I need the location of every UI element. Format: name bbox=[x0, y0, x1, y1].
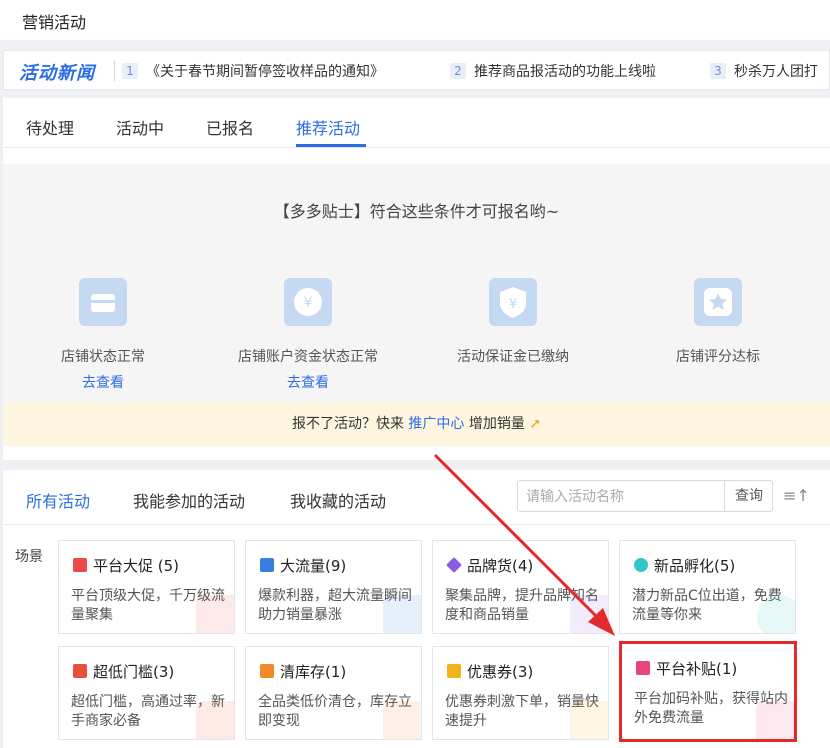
tab-active[interactable]: 活动中 bbox=[116, 115, 164, 139]
condition-view-link[interactable]: 去查看 bbox=[218, 372, 398, 392]
filter-divider bbox=[3, 524, 830, 525]
activity-card-title: 超低门槛(3) bbox=[93, 663, 175, 681]
promotion-center-link[interactable]: 推广中心 bbox=[408, 416, 464, 432]
store-icon bbox=[79, 278, 127, 326]
rocket-icon: ➚ bbox=[529, 416, 542, 432]
filter-tab-eligible[interactable]: 我能参加的活动 bbox=[133, 488, 245, 512]
coupon-watermark-icon bbox=[570, 701, 608, 739]
box-icon bbox=[260, 664, 274, 678]
activity-card-clear-stock[interactable]: 清库存(1) 全品类低价清仓，库存立即变现 bbox=[245, 646, 422, 740]
shop-watermark-icon bbox=[756, 701, 794, 739]
promo-banner: 报不了活动？快来 推广中心 增加销量 ➚ bbox=[3, 402, 830, 446]
book-icon bbox=[73, 664, 87, 678]
page-header: 营销活动 bbox=[0, 0, 830, 40]
shield-yen-icon: ¥ bbox=[489, 278, 537, 326]
news-item-text: 秒杀万人团打 bbox=[734, 64, 818, 80]
activity-card-platform-subsidy[interactable]: 平台补贴(1) 平台加码补贴，获得站内外免费流量 bbox=[622, 644, 794, 739]
activity-card-low-threshold[interactable]: 超低门槛(3) 超低门槛，高通过率，新手商家必备 bbox=[58, 646, 235, 740]
activity-card-title: 新品孵化(5) bbox=[654, 557, 736, 575]
page-title: 营销活动 bbox=[22, 13, 87, 32]
news-item[interactable]: 2 推荐商品报活动的功能上线啦 bbox=[450, 61, 656, 81]
condition-label: 店铺状态正常 bbox=[61, 349, 145, 365]
sort-icon[interactable]: ≡↑ bbox=[783, 486, 810, 505]
status-tabs: 待处理 活动中 已报名 推荐活动 bbox=[3, 98, 830, 148]
diamond-watermark-icon bbox=[570, 595, 608, 633]
activity-card-title: 大流量(9) bbox=[280, 557, 347, 575]
activity-card-platform-promo[interactable]: 平台大促 (5) 平台顶级大促，千万级流量聚集 bbox=[58, 540, 235, 634]
grid-watermark-icon bbox=[383, 595, 421, 633]
yen-icon: ¥ bbox=[284, 278, 332, 326]
activity-card-big-traffic[interactable]: 大流量(9) 爆款利器，超大流量瞬间助力销量暴涨 bbox=[245, 540, 422, 634]
tab-recommended[interactable]: 推荐活动 bbox=[296, 115, 360, 139]
activity-card-brand-goods[interactable]: 品牌货(4) 聚集品牌，提升品牌知名度和商品销量 bbox=[432, 540, 609, 634]
news-bar: 活动新闻 1 《关于春节期间暂停签收样品的通知》 2 推荐商品报活动的功能上线啦 3… bbox=[3, 50, 830, 90]
news-item-text: 推荐商品报活动的功能上线啦 bbox=[474, 64, 656, 80]
news-item-number: 3 bbox=[710, 63, 726, 79]
search-input[interactable] bbox=[526, 487, 716, 507]
news-item[interactable]: 1 《关于春节期间暂停签收样品的通知》 bbox=[122, 61, 384, 81]
flag-watermark-icon bbox=[196, 595, 234, 633]
grid-icon bbox=[260, 558, 274, 572]
promo-suffix: 增加销量 bbox=[468, 416, 525, 432]
tips-panel: 【多多贴士】符合这些条件才可报名哟~ 店铺状态正常 去查看 ¥ 店铺账户资金状态… bbox=[3, 164, 830, 402]
activity-card-title: 品牌货(4) bbox=[467, 557, 534, 575]
tab-registered[interactable]: 已报名 bbox=[206, 115, 254, 139]
search-button[interactable]: 查询 bbox=[725, 481, 773, 511]
filter-tab-all[interactable]: 所有活动 bbox=[26, 488, 90, 512]
tab-pending[interactable]: 待处理 bbox=[26, 115, 74, 139]
shop-icon bbox=[636, 661, 650, 675]
condition-view-link[interactable]: 去查看 bbox=[13, 372, 193, 392]
flag-icon bbox=[73, 558, 87, 572]
activity-card-title: 清库存(1) bbox=[280, 663, 347, 681]
news-divider bbox=[114, 61, 115, 81]
activity-status-card: 待处理 活动中 已报名 推荐活动 【多多贴士】符合这些条件才可报名哟~ 店铺状态… bbox=[3, 98, 830, 460]
condition-label: 店铺账户资金状态正常 bbox=[238, 349, 378, 365]
promo-text: 报不了活动？快来 bbox=[291, 416, 404, 432]
svg-text:¥: ¥ bbox=[304, 295, 313, 311]
news-brand: 活动新闻 bbox=[19, 63, 95, 84]
svg-text:¥: ¥ bbox=[509, 297, 517, 312]
activity-card-title: 平台补贴(1) bbox=[656, 660, 738, 678]
condition-label: 活动保证金已缴纳 bbox=[457, 349, 569, 365]
bubble-icon bbox=[634, 558, 648, 572]
coupon-icon bbox=[447, 664, 461, 678]
book-watermark-icon bbox=[196, 701, 234, 739]
activity-search: 查询 bbox=[517, 480, 773, 512]
tips-title: 【多多贴士】符合这些条件才可报名哟~ bbox=[273, 202, 560, 221]
star-icon bbox=[694, 278, 742, 326]
activity-card-title: 平台大促 (5) bbox=[93, 557, 180, 575]
diamond-icon bbox=[446, 557, 462, 573]
activity-card-new-product[interactable]: 新品孵化(5) 潜力新品C位出道，免费流量等你来 bbox=[619, 540, 796, 634]
filter-tab-favorites[interactable]: 我收藏的活动 bbox=[290, 488, 386, 512]
news-item[interactable]: 3 秒杀万人团打 bbox=[710, 61, 818, 81]
news-item-number: 1 bbox=[122, 63, 138, 79]
scene-label: 场景 bbox=[15, 549, 43, 565]
condition-label: 店铺评分达标 bbox=[676, 349, 760, 365]
activity-card-coupon[interactable]: 优惠券(3) 优惠券刺激下单，销量快速提升 bbox=[432, 646, 609, 740]
bubble-watermark-icon bbox=[757, 595, 795, 633]
box-watermark-icon bbox=[383, 701, 421, 739]
news-item-text: 《关于春节期间暂停签收样品的通知》 bbox=[146, 64, 384, 80]
active-tab-indicator bbox=[296, 144, 366, 147]
activity-card-title: 优惠券(3) bbox=[467, 663, 534, 681]
news-item-number: 2 bbox=[450, 63, 466, 79]
